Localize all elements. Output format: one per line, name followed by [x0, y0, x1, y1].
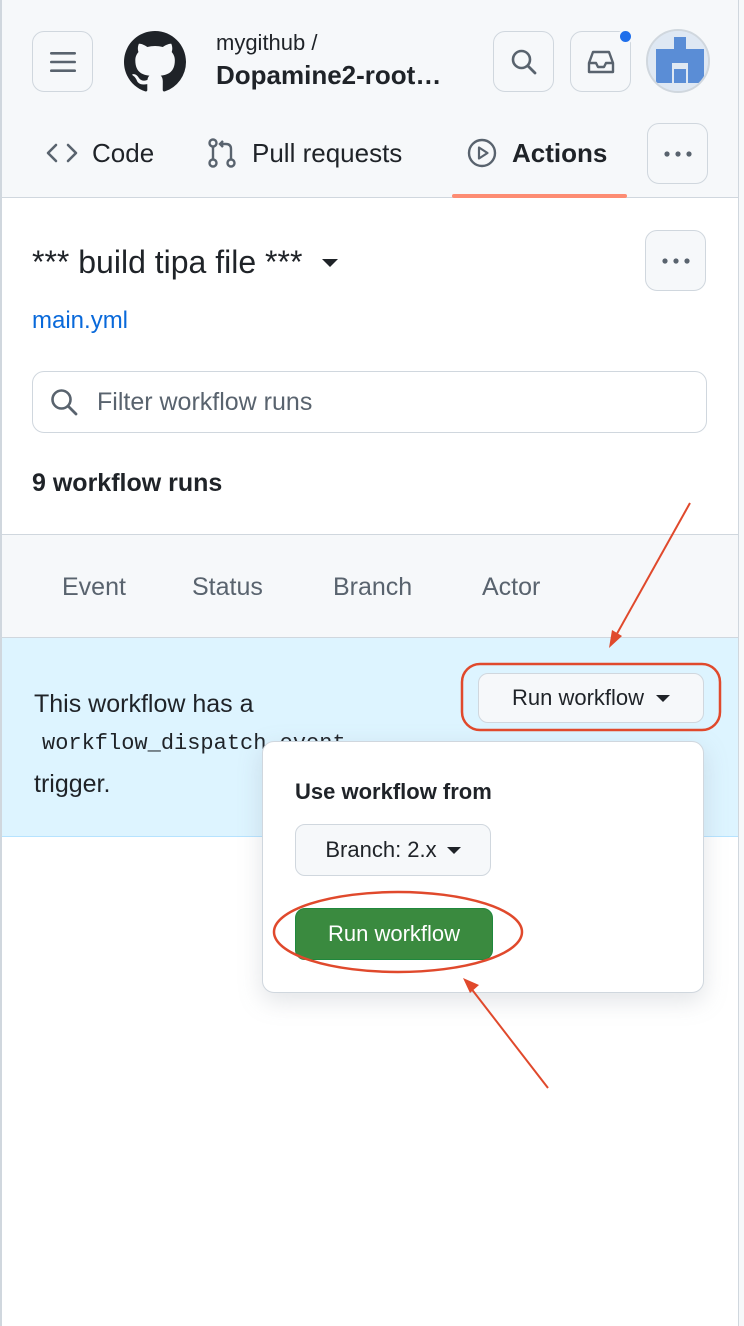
tab-pull-requests[interactable]: Pull requests	[206, 128, 402, 178]
dispatch-text-before: This workflow has a	[34, 690, 254, 718]
repo-name[interactable]: Dopamine2-root…	[216, 60, 466, 91]
workflow-run-count: 9 workflow runs	[32, 469, 223, 497]
caret-down-icon	[656, 694, 671, 702]
play-circle-icon	[467, 138, 497, 168]
run-workflow-dropdown-button[interactable]: Run workflow	[478, 673, 704, 723]
run-workflow-popover: Use workflow from Branch: 2.x Run workfl…	[262, 741, 704, 993]
user-avatar[interactable]	[646, 29, 710, 93]
github-logo-icon[interactable]	[124, 31, 186, 93]
branch-select-label: Branch: 2.x	[325, 837, 437, 862]
selected-tab-indicator	[452, 194, 627, 198]
tab-code[interactable]: Code	[46, 128, 154, 178]
filter-workflow-runs[interactable]	[32, 371, 707, 433]
tab-pull-requests-label: Pull requests	[252, 137, 403, 168]
menu-button[interactable]	[32, 31, 93, 92]
workflow-more-button[interactable]	[645, 230, 706, 291]
workflow-title-dropdown[interactable]: *** build tipa file ***	[32, 244, 339, 281]
caret-down-icon	[322, 258, 339, 267]
filter-input[interactable]	[97, 387, 657, 417]
filter-status[interactable]: Status	[192, 573, 263, 602]
run-workflow-button-label: Run workflow	[511, 685, 645, 710]
workflow-title: *** build tipa file ***	[32, 244, 303, 280]
identicon-icon	[648, 31, 708, 91]
dispatch-text-after: trigger.	[34, 770, 111, 798]
code-icon	[46, 143, 78, 163]
caret-down-icon	[446, 846, 461, 854]
tab-code-label: Code	[92, 137, 155, 168]
search-button[interactable]	[493, 31, 554, 92]
inbox-icon	[587, 50, 614, 73]
run-filters-bar: Event Status Branch Actor	[2, 534, 738, 638]
filter-branch[interactable]: Branch	[333, 573, 412, 602]
search-icon	[511, 49, 536, 74]
tab-actions-label: Actions	[512, 137, 608, 168]
filter-event[interactable]: Event	[62, 573, 126, 602]
notification-dot	[618, 29, 633, 44]
kebab-horizontal-icon	[661, 257, 690, 264]
annotation-arrow-bottom	[469, 986, 549, 1089]
tab-actions[interactable]: Actions	[466, 128, 607, 178]
workflow-file-link[interactable]: main.yml	[32, 307, 128, 335]
kebab-horizontal-icon	[663, 150, 692, 157]
more-tabs-button[interactable]	[647, 123, 708, 184]
git-pull-request-icon	[208, 138, 236, 168]
popover-title: Use workflow from	[295, 779, 492, 804]
branch-select-button[interactable]: Branch: 2.x	[295, 824, 491, 876]
repo-owner[interactable]: mygithub /	[216, 30, 318, 56]
run-workflow-submit-button[interactable]: Run workflow	[295, 908, 493, 960]
search-icon	[51, 389, 78, 416]
window-right-border	[738, 0, 744, 1326]
hamburger-menu-icon	[49, 51, 76, 72]
repo-header: mygithub / Dopamine2-root… Code Pull req…	[2, 0, 738, 198]
filter-actor[interactable]: Actor	[482, 573, 540, 602]
